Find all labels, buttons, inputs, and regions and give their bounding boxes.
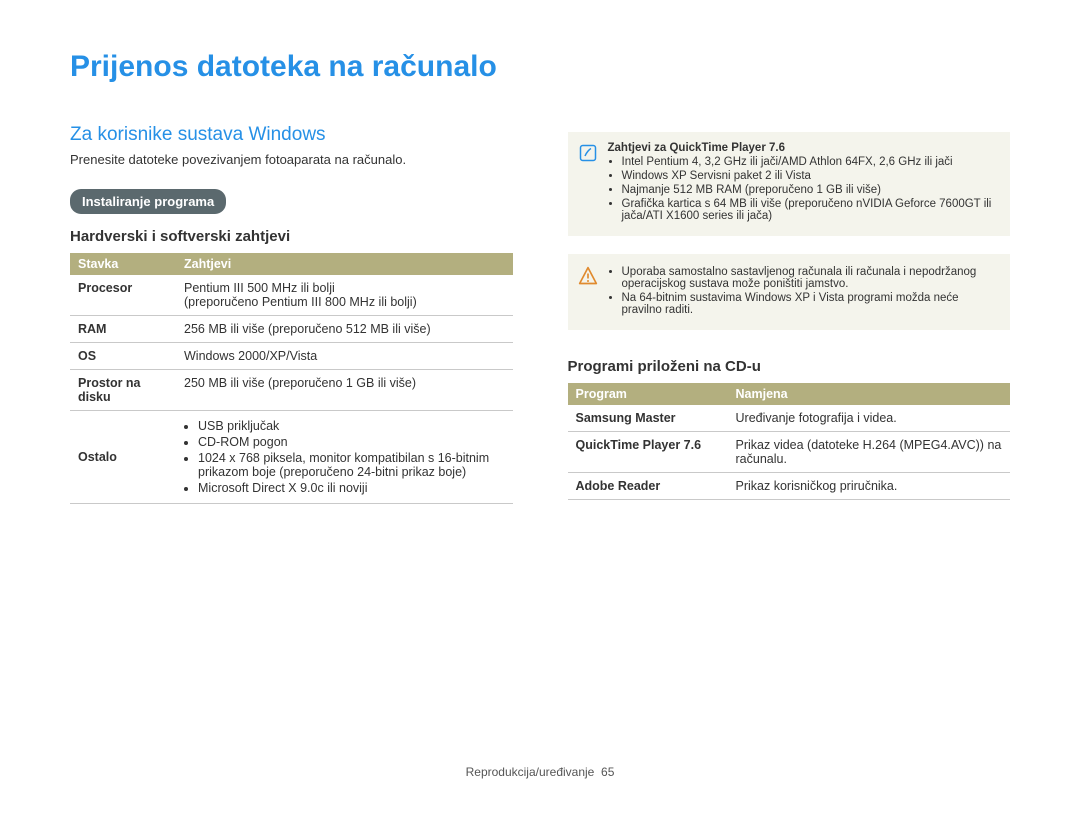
req-ram-value: 256 MB ili više (preporučeno 512 MB ili … (176, 316, 513, 343)
note-icon (578, 142, 598, 224)
note-title: Zahtjevi za QuickTime Player 7.6 (608, 142, 997, 154)
prog-th-program: Program (568, 383, 728, 405)
list-item: Najmanje 512 MB RAM (preporučeno 1 GB il… (622, 184, 997, 196)
table-row: OS Windows 2000/XP/Vista (70, 343, 513, 370)
list-item: Intel Pentium 4, 3,2 GHz ili jači/AMD At… (622, 156, 997, 168)
prog-quicktime-value: Prikaz videa (datoteke H.264 (MPEG4.AVC)… (728, 432, 1011, 473)
cd-programs-heading: Programi priloženi na CD-u (568, 358, 1011, 375)
left-column: Za korisnike sustava Windows Prenesite d… (70, 124, 513, 504)
right-column: Zahtjevi za QuickTime Player 7.6 Intel P… (568, 124, 1011, 504)
requirements-table: Stavka Zahtjevi Procesor Pentium III 500… (70, 253, 513, 504)
req-other-value: USB priključak CD-ROM pogon 1024 x 768 p… (176, 411, 513, 504)
prog-th-purpose: Namjena (728, 383, 1011, 405)
prog-adobe-value: Prikaz korisničkog priručnika. (728, 473, 1011, 500)
table-row: Adobe Reader Prikaz korisničkog priručni… (568, 473, 1011, 500)
req-disk-label: Prostor na disku (70, 370, 176, 411)
table-row: Ostalo USB priključak CD-ROM pogon 1024 … (70, 411, 513, 504)
page-title: Prijenos datoteka na računalo (70, 50, 1010, 84)
list-item: USB priključak (198, 419, 505, 433)
intro-text: Prenesite datoteke povezivanjem fotoapar… (70, 152, 513, 167)
page-footer: Reprodukcija/uređivanje 65 (0, 765, 1080, 779)
footer-section: Reprodukcija/uređivanje (466, 765, 595, 779)
table-row: Samsung Master Uređivanje fotografija i … (568, 405, 1011, 432)
table-row: RAM 256 MB ili više (preporučeno 512 MB … (70, 316, 513, 343)
programs-table: Program Namjena Samsung Master Uređivanj… (568, 383, 1011, 500)
install-programs-pill: Instaliranje programa (70, 189, 226, 214)
prog-samsung-label: Samsung Master (568, 405, 728, 432)
section-title: Za korisnike sustava Windows (70, 124, 513, 146)
table-row: Prostor na disku 250 MB ili više (prepor… (70, 370, 513, 411)
hw-sw-requirements-heading: Hardverski i softverski zahtjevi (70, 228, 513, 245)
list-item: Uporaba samostalno sastavljenog računala… (622, 266, 997, 290)
list-item: Windows XP Servisni paket 2 ili Vista (622, 170, 997, 182)
req-processor-value: Pentium III 500 MHz ili bolji (preporuče… (176, 275, 513, 316)
table-row: QuickTime Player 7.6 Prikaz videa (datot… (568, 432, 1011, 473)
prog-quicktime-label: QuickTime Player 7.6 (568, 432, 728, 473)
req-th-item: Stavka (70, 253, 176, 275)
req-other-label: Ostalo (70, 411, 176, 504)
req-th-requirements: Zahtjevi (176, 253, 513, 275)
warning-callout: Uporaba samostalno sastavljenog računala… (568, 254, 1011, 330)
prog-adobe-label: Adobe Reader (568, 473, 728, 500)
list-item: Grafička kartica s 64 MB ili više (prepo… (622, 198, 997, 222)
list-item: Na 64-bitnim sustavima Windows XP i Vist… (622, 292, 997, 316)
list-item: 1024 x 768 piksela, monitor kompatibilan… (198, 451, 505, 479)
req-os-label: OS (70, 343, 176, 370)
req-disk-value: 250 MB ili više (preporučeno 1 GB ili vi… (176, 370, 513, 411)
warning-icon (578, 264, 598, 318)
table-row: Procesor Pentium III 500 MHz ili bolji (… (70, 275, 513, 316)
req-processor-label: Procesor (70, 275, 176, 316)
prog-samsung-value: Uređivanje fotografija i videa. (728, 405, 1011, 432)
note-callout: Zahtjevi za QuickTime Player 7.6 Intel P… (568, 132, 1011, 236)
footer-page-number: 65 (601, 765, 614, 779)
req-os-value: Windows 2000/XP/Vista (176, 343, 513, 370)
list-item: CD-ROM pogon (198, 435, 505, 449)
req-ram-label: RAM (70, 316, 176, 343)
list-item: Microsoft Direct X 9.0c ili noviji (198, 481, 505, 495)
